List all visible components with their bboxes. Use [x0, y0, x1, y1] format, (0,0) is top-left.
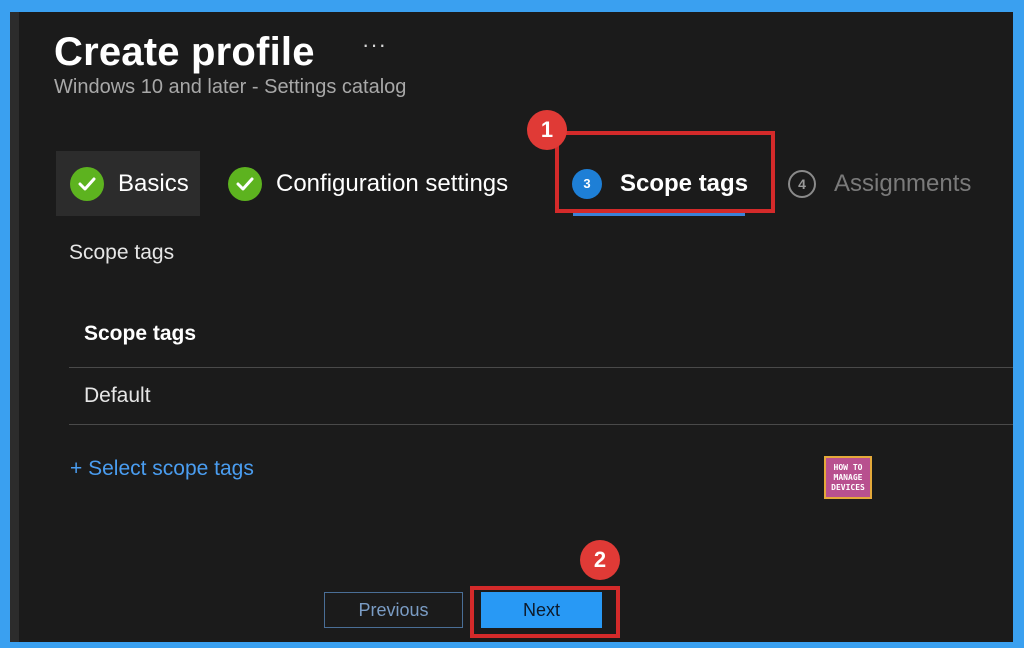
section-heading: Scope tags	[69, 241, 175, 264]
table-row: Default	[84, 384, 151, 407]
check-circle-icon	[70, 166, 104, 201]
tab-basics[interactable]: Basics	[56, 151, 200, 216]
more-options-icon[interactable]: ···	[362, 32, 387, 58]
how-to-manage-devices-logo: HOW TO MANAGE DEVICES	[824, 456, 872, 499]
table-column-header: Scope tags	[84, 322, 197, 345]
page-subtitle: Windows 10 and later - Settings catalog	[54, 76, 407, 98]
logo-text: DEVICES	[831, 482, 865, 492]
highlight-box-scope-tags	[555, 131, 775, 213]
callout-badge-1: 1	[527, 110, 567, 150]
check-circle-icon	[228, 166, 262, 201]
table-divider	[69, 424, 1013, 425]
tab-label: Configuration settings	[276, 169, 509, 197]
logo-text: HOW TO	[833, 462, 863, 472]
tab-label: Basics	[118, 169, 189, 197]
tab-assignments[interactable]: 4 Assignments	[788, 151, 971, 216]
step-number-badge: 4	[788, 169, 816, 198]
previous-button[interactable]: Previous	[324, 592, 463, 628]
portal-panel: Create profile ··· Windows 10 and later …	[10, 12, 1013, 642]
logo-text: MANAGE	[833, 472, 863, 482]
highlight-box-next	[470, 586, 620, 638]
left-edge-bar	[10, 12, 19, 642]
select-scope-tags-link[interactable]: + Select scope tags	[70, 457, 254, 481]
callout-badge-2: 2	[580, 540, 620, 580]
table-divider	[69, 367, 1013, 368]
tab-label: Assignments	[834, 169, 972, 197]
tab-configuration-settings[interactable]: Configuration settings	[228, 151, 508, 216]
page-title: Create profile	[54, 30, 315, 74]
